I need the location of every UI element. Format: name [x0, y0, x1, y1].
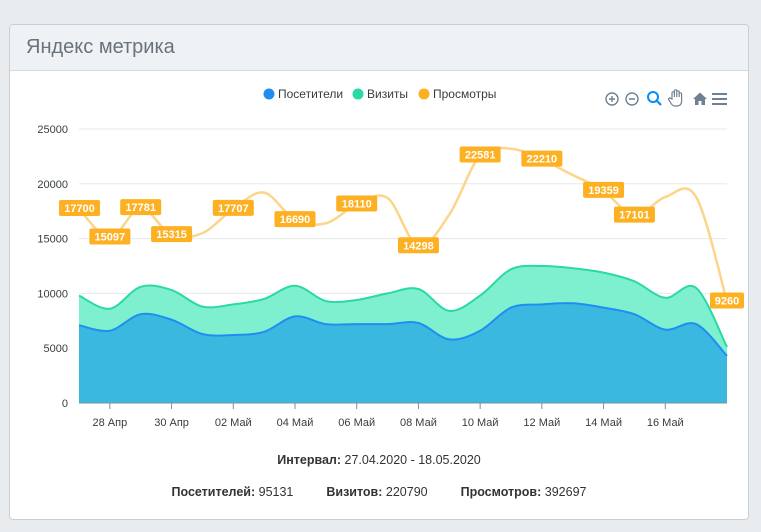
x-tick-label: 10 Май — [462, 417, 499, 429]
x-tick-label: 02 Май — [215, 417, 252, 429]
x-tick-label: 06 Май — [338, 417, 375, 429]
x-axis: 28 Апр 30 Апр 02 Май 04 Май 06 Май 08 Май 10 М… — [79, 402, 727, 429]
visitors-total-label: Посетителей: — [171, 485, 256, 499]
views-data-label-text: 17707 — [218, 203, 249, 215]
views-data-label: 22210 — [521, 150, 563, 167]
views-data-label: 15315 — [151, 226, 193, 243]
legend: Посетители Визиты Просмотры — [263, 87, 497, 101]
y-tick-label: 0 — [62, 398, 68, 410]
legend-marker-visits — [352, 88, 364, 100]
views-data-label-text: 18110 — [342, 199, 372, 211]
interval-value: 27.04.2020 - 18.05.2020 — [344, 453, 481, 467]
legend-marker-views — [418, 88, 430, 100]
legend-item-visitors[interactable]: Посетители — [263, 87, 344, 101]
views-total-label: Просмотров: — [460, 485, 542, 499]
views-data-label-text: 9260 — [715, 296, 739, 308]
y-tick-label: 20000 — [37, 179, 68, 191]
metrika-card: Яндекс метрика Посетители Визиты Просмот… — [9, 24, 749, 520]
pan-icon[interactable] — [667, 89, 683, 107]
x-tick-label: 08 Май — [400, 417, 437, 429]
x-tick-label: 16 Май — [647, 417, 684, 429]
legend-marker-visitors — [263, 88, 275, 100]
x-tick-label: 04 Май — [277, 417, 314, 429]
views-data-label: 19359 — [583, 181, 625, 198]
views-data-label-text: 15097 — [95, 232, 126, 244]
y-tick-label: 15000 — [37, 234, 68, 246]
views-data-label: 22581 — [459, 146, 501, 163]
views-data-label: 18110 — [336, 195, 378, 212]
x-tick-label: 12 Май — [523, 417, 560, 429]
y-tick-label: 5000 — [44, 343, 68, 355]
interval-label: Интервал: — [277, 453, 342, 467]
y-axis: 0 5000 10000 15000 20000 25000 — [37, 124, 68, 410]
legend-label-views: Просмотры — [433, 87, 496, 101]
summary-interval: Интервал: 27.04.2020 - 18.05.2020 — [10, 453, 748, 467]
chart: Посетители Визиты Просмотры 050001000015… — [37, 87, 744, 429]
legend-item-views[interactable]: Просмотры — [418, 87, 497, 101]
chart-toolbar — [605, 89, 727, 107]
views-data-label: 17700 — [59, 200, 100, 217]
views-data-label-text: 17101 — [619, 210, 650, 222]
menu-icon[interactable] — [712, 93, 727, 105]
views-data-label-text: 22581 — [465, 150, 496, 162]
views-data-label: 9260 — [710, 292, 744, 309]
views-data-label: 15097 — [89, 228, 131, 245]
visitors-total-value: 95131 — [258, 485, 294, 499]
selection-zoom-icon[interactable] — [647, 91, 662, 106]
zoom-in-icon[interactable] — [605, 92, 619, 106]
views-data-label-text: 14298 — [403, 240, 434, 252]
views-data-label-text: 17700 — [64, 203, 95, 215]
zoom-out-icon[interactable] — [625, 92, 639, 106]
views-data-label-text: 15315 — [156, 229, 187, 241]
views-data-label: 17101 — [613, 206, 655, 223]
line-views — [78, 146, 729, 302]
views-data-label: 17781 — [120, 199, 162, 216]
visits-total-value: 220790 — [385, 485, 428, 499]
y-tick-label: 25000 — [37, 124, 68, 136]
x-tick-label: 30 Апр — [154, 417, 189, 429]
legend-label-visitors: Посетители — [278, 87, 343, 101]
x-tick-label: 28 Апр — [93, 417, 128, 429]
views-data-label-text: 17781 — [125, 202, 156, 214]
views-data-label: 14298 — [397, 237, 439, 254]
views-data-label: 17707 — [212, 199, 254, 216]
views-total-value: 392697 — [544, 485, 587, 499]
views-data-label-text: 22210 — [527, 154, 558, 166]
legend-label-visits: Визиты — [367, 87, 408, 101]
series-areas — [78, 146, 729, 403]
views-data-label-text: 16690 — [280, 214, 311, 226]
views-data-label: 16690 — [274, 211, 316, 228]
views-data-label-text: 19359 — [588, 185, 619, 197]
y-tick-label: 10000 — [37, 288, 68, 300]
x-tick-label: 14 Май — [585, 417, 622, 429]
visits-total-label: Визитов: — [326, 485, 383, 499]
legend-item-visits[interactable]: Визиты — [352, 87, 409, 101]
summary-totals: Посетителей: 95131 Визитов: 220790 Просм… — [10, 485, 748, 499]
reset-home-icon[interactable] — [693, 92, 707, 106]
